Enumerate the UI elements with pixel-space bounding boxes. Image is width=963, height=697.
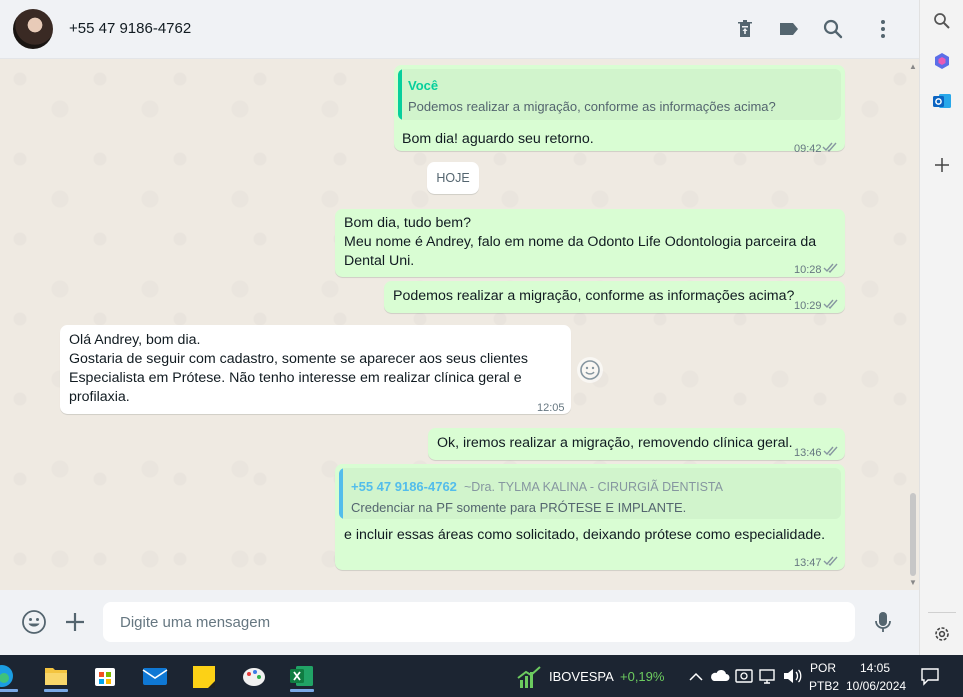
search-icon[interactable]	[932, 11, 952, 31]
read-ticks-icon	[822, 142, 837, 152]
add-icon[interactable]	[932, 155, 952, 175]
quoted-message[interactable]: +55 47 9186-4762 ~Dra. TYLMA KALINA - CI…	[339, 468, 841, 519]
quote-text: Podemos realizar a migração, conforme as…	[408, 99, 776, 114]
onedrive-cloud-icon[interactable]	[709, 660, 731, 692]
compose-bar	[0, 590, 919, 655]
message-outgoing[interactable]: Você Podemos realizar a migração, confor…	[394, 65, 845, 155]
show-hidden-icons-chevron-icon[interactable]	[686, 660, 706, 692]
security-icon[interactable]	[733, 660, 755, 692]
keyboard-layout-indicator[interactable]: PTB2	[809, 679, 839, 693]
message-time: 12:05	[537, 402, 565, 414]
clock-time[interactable]: 14:05	[860, 661, 890, 675]
clock-date[interactable]: 10/06/2024	[846, 679, 906, 693]
quote-author: +55 47 9186-4762	[351, 479, 457, 494]
message-text: Olá Andrey, bom dia. Gostaria de seguir …	[69, 332, 528, 405]
message-text: Bom dia! aguardo seu retorno.	[402, 131, 594, 147]
message-outgoing[interactable]: +55 47 9186-4762 ~Dra. TYLMA KALINA - CI…	[335, 464, 845, 570]
active-indicator	[290, 689, 314, 692]
emoji-reaction-icon	[580, 360, 600, 380]
message-time: 10:29	[794, 300, 822, 312]
read-ticks-icon	[823, 556, 838, 566]
quote-author-name: ~Dra. TYLMA KALINA - CIRURGIÃ DENTISTA	[464, 480, 723, 494]
browser-sidebar	[919, 0, 963, 655]
message-time: 09:42	[794, 143, 822, 155]
message-text: Bom dia, tudo bem? Meu nome é Andrey, fa…	[344, 215, 817, 269]
message-time: 10:28	[794, 264, 822, 276]
quote-author: Você	[408, 78, 439, 93]
menu-icon[interactable]	[871, 17, 895, 41]
excel-icon[interactable]	[284, 660, 320, 692]
message-time: 13:47	[794, 557, 822, 569]
date-divider: HOJE	[427, 162, 479, 194]
settings-gear-icon[interactable]	[932, 624, 952, 644]
chat-header: +55 47 9186-4762	[0, 0, 919, 59]
windows-taskbar: IBOVESPA +0,19% POR PTB2 14:05 10/06/202…	[0, 655, 963, 697]
paint-icon[interactable]	[236, 660, 272, 692]
search-icon[interactable]	[821, 17, 845, 41]
read-ticks-icon	[823, 446, 838, 456]
quote-bar	[339, 468, 343, 519]
message-text: Podemos realizar a migração, conforme as…	[393, 288, 795, 304]
read-ticks-icon	[823, 299, 838, 309]
network-icon[interactable]	[757, 660, 779, 692]
stock-ticker-icon[interactable]	[514, 660, 544, 692]
ticker-change[interactable]: +0,19%	[620, 669, 664, 684]
message-list[interactable]: Você Podemos realizar a migração, confor…	[0, 59, 919, 590]
message-outgoing[interactable]: Bom dia, tudo bem? Meu nome é Andrey, fa…	[335, 209, 845, 277]
delete-icon[interactable]	[733, 17, 757, 41]
notifications-icon[interactable]	[917, 660, 943, 692]
quote-text: Credenciar na PF somente para PRÓTESE E …	[351, 500, 687, 515]
read-ticks-icon	[823, 263, 838, 273]
message-text: e incluir essas áreas como solicitado, d…	[344, 527, 826, 543]
message-time: 13:46	[794, 447, 822, 459]
whatsapp-window: +55 47 9186-4762 Você Podemos realizar a…	[0, 0, 963, 697]
sticky-notes-icon[interactable]	[186, 660, 222, 692]
contact-avatar[interactable]	[13, 9, 53, 49]
message-outgoing[interactable]: Ok, iremos realizar a migração, removend…	[428, 428, 845, 460]
message-text: Ok, iremos realizar a migração, removend…	[437, 435, 793, 451]
scroll-up-arrow-icon[interactable]: ▲	[909, 62, 917, 71]
microsoft-store-icon[interactable]	[87, 660, 123, 692]
sidebar-divider	[928, 612, 956, 613]
ticker-name[interactable]: IBOVESPA	[549, 669, 614, 684]
label-icon[interactable]	[777, 17, 801, 41]
active-indicator	[44, 689, 68, 692]
scrollbar-thumb[interactable]	[910, 493, 916, 576]
edge-browser-icon[interactable]	[0, 660, 20, 692]
quote-bar	[398, 69, 402, 120]
message-input[interactable]	[103, 602, 855, 642]
outlook-icon[interactable]	[932, 91, 952, 111]
mail-icon[interactable]	[137, 660, 173, 692]
attach-plus-icon[interactable]	[62, 609, 88, 635]
reaction-button[interactable]	[577, 357, 603, 383]
language-indicator[interactable]: POR	[810, 661, 836, 675]
quoted-message[interactable]: Você Podemos realizar a migração, confor…	[398, 69, 841, 120]
message-outgoing[interactable]: Podemos realizar a migração, conforme as…	[384, 281, 845, 313]
volume-icon[interactable]	[781, 660, 803, 692]
scroll-down-arrow-icon[interactable]: ▼	[909, 578, 917, 587]
file-explorer-icon[interactable]	[38, 660, 74, 692]
message-incoming[interactable]: Olá Andrey, bom dia. Gostaria de seguir …	[60, 325, 571, 414]
microphone-icon[interactable]	[870, 609, 896, 635]
copilot-icon[interactable]	[932, 51, 952, 71]
contact-name[interactable]: +55 47 9186-4762	[69, 20, 191, 37]
active-indicator	[0, 689, 18, 692]
emoji-icon[interactable]	[21, 609, 47, 635]
